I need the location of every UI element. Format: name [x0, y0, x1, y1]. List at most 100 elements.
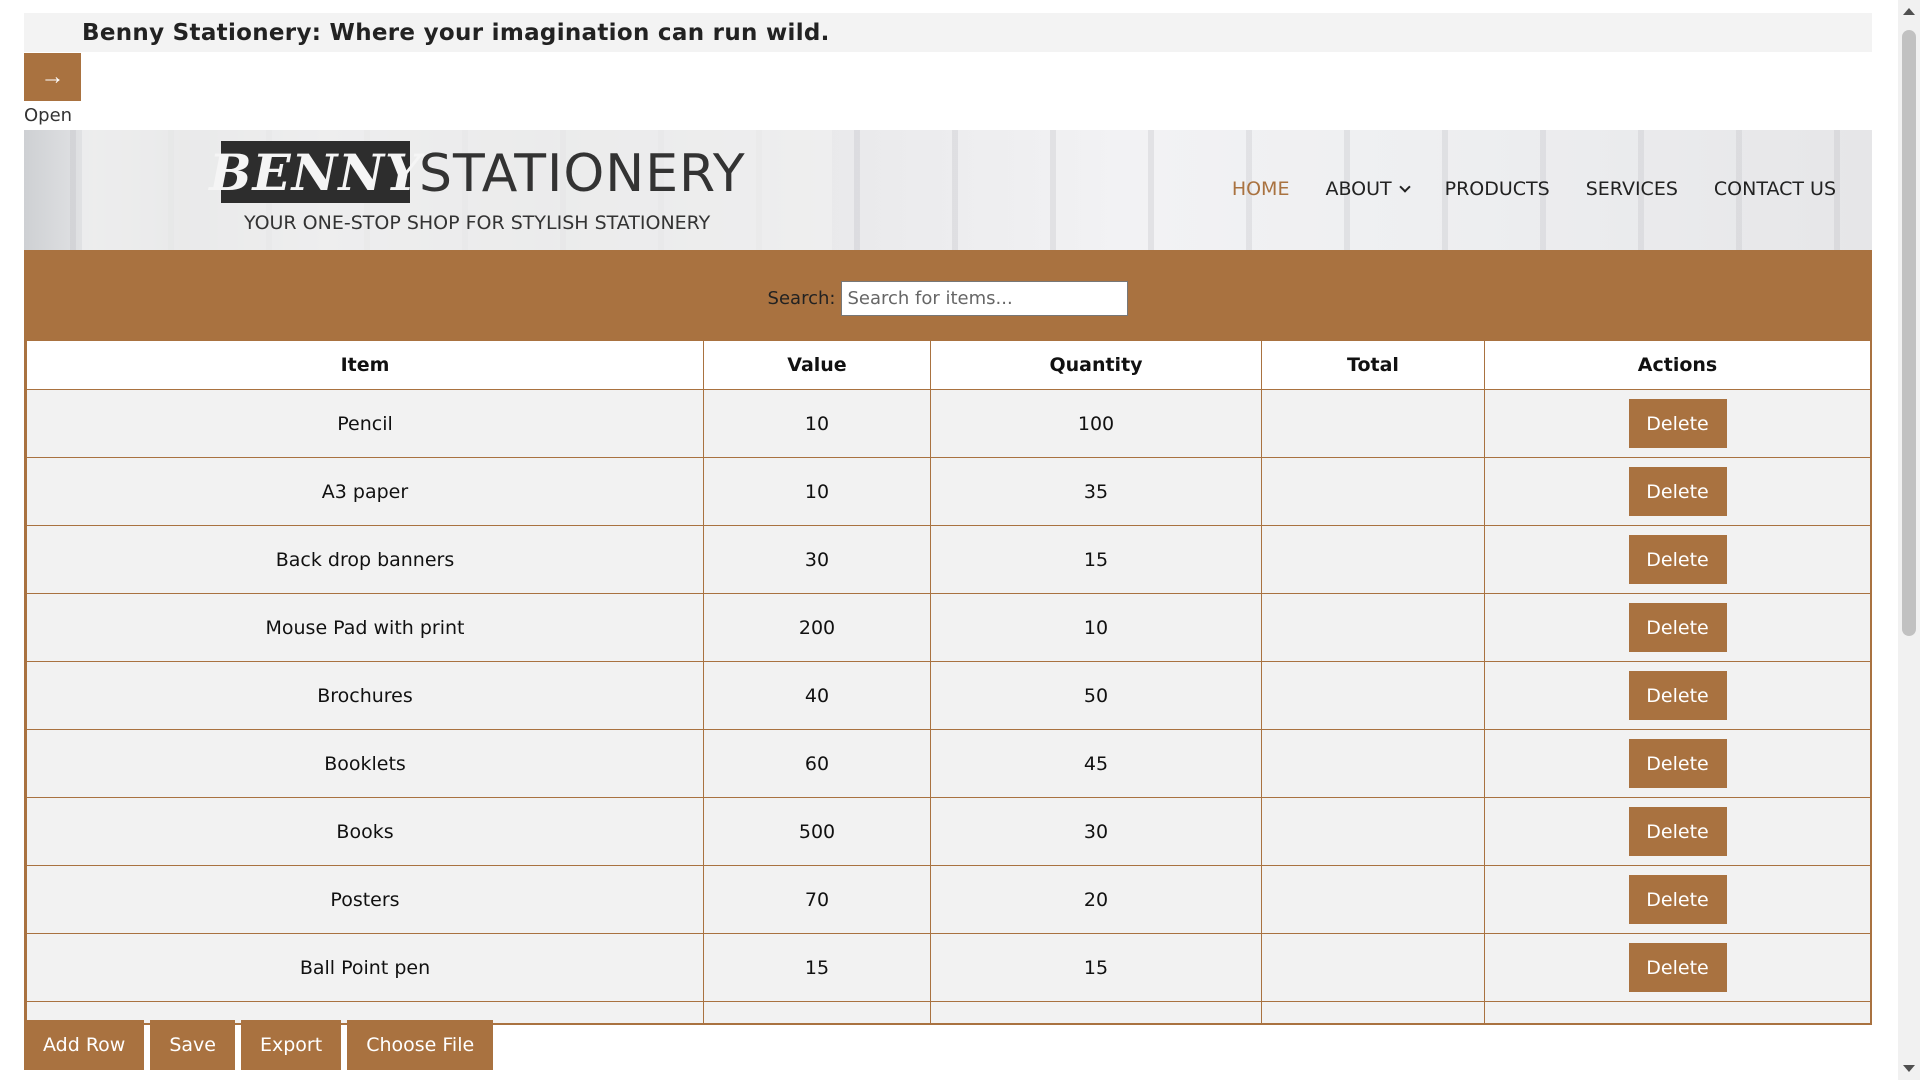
cell-value[interactable]: 10	[703, 389, 931, 458]
main-nav: HOME ABOUT PRODUCTS SERVICES CONTACT US	[1232, 178, 1836, 200]
scrollbar-thumb[interactable]	[1902, 30, 1916, 636]
cell-total	[1261, 661, 1485, 730]
cell-quantity[interactable]: 45	[930, 729, 1262, 798]
cell-quantity[interactable]: 15	[930, 933, 1262, 1002]
cell-item[interactable]: Booklets	[26, 729, 704, 798]
cell-quantity[interactable]: 10	[930, 593, 1262, 662]
cell-quantity[interactable]: 30	[930, 797, 1262, 866]
table-toolbar: Add Row Save Export Choose File	[24, 1020, 494, 1070]
cell-item[interactable]: A3 paper	[26, 457, 704, 526]
delete-button[interactable]: Delete	[1628, 875, 1727, 924]
cell-quantity[interactable]: 50	[930, 661, 1262, 730]
nav-item-label: HOME	[1231, 178, 1290, 200]
page-scrollbar[interactable]	[1898, 0, 1920, 1080]
cell-item[interactable]: Back drop banners	[26, 525, 704, 594]
nav-item-label: SERVICES	[1585, 178, 1678, 200]
delete-button[interactable]: Delete	[1628, 535, 1727, 584]
column-header-value: Value	[703, 340, 931, 390]
delete-button[interactable]: Delete	[1628, 603, 1727, 652]
cell-item[interactable]: Books	[26, 797, 704, 866]
table-row: Posters 70 20 Delete	[26, 865, 1870, 934]
table-header-row: Item Value Quantity Total Actions	[26, 340, 1870, 390]
cell-total	[1261, 933, 1485, 1002]
site-tagline: Benny Stationery: Where your imagination…	[82, 19, 830, 46]
column-header-total: Total	[1261, 340, 1485, 390]
table-row: A3 paper 10 35 Delete	[26, 457, 1870, 526]
table-row: Ball Point pen 15 15 Delete	[26, 933, 1870, 1002]
table-row: Brochures 40 50 Delete	[26, 661, 1870, 730]
column-header-actions: Actions	[1484, 340, 1870, 390]
page: Benny Stationery: Where your imagination…	[24, 13, 1872, 1070]
open-label: Open	[24, 105, 73, 126]
cell-quantity[interactable]: 15	[930, 525, 1262, 594]
add-row-button[interactable]: Add Row	[24, 1020, 145, 1070]
nav-item-label: PRODUCTS	[1444, 178, 1550, 200]
cell-actions: Delete	[1484, 593, 1870, 662]
nav-item-label: CONTACT US	[1713, 178, 1836, 200]
nav-item-contact[interactable]: CONTACT US	[1714, 178, 1836, 200]
cell-value[interactable]: 10	[703, 457, 931, 526]
choose-file-button[interactable]: Choose File	[347, 1020, 494, 1070]
cell-quantity[interactable]: 35	[930, 457, 1262, 526]
table-row: Mouse Pad with print 200 10 Delete	[26, 593, 1870, 662]
cell-value[interactable]: 70	[703, 865, 931, 934]
cell-total	[1261, 593, 1485, 662]
site-header: BENNY STATIONERY YOUR ONE-STOP SHOP FOR …	[24, 130, 1872, 250]
logo-mark[interactable]: BENNY	[209, 141, 421, 203]
logo-subtitle: YOUR ONE-STOP SHOP FOR STYLISH STATIONER…	[244, 212, 711, 234]
search-band: Search:	[24, 250, 1872, 340]
cell-value[interactable]: 15	[703, 933, 931, 1002]
cell-value[interactable]: 60	[703, 729, 931, 798]
scroll-down-arrow-icon[interactable]	[1903, 1065, 1915, 1072]
open-sidebar-button[interactable]: →	[24, 53, 81, 101]
cell-item[interactable]: Pencil	[26, 389, 704, 458]
cell-item[interactable]: Brochures	[26, 661, 704, 730]
scroll-up-arrow-icon[interactable]	[1903, 8, 1915, 15]
cell-actions: Delete	[1484, 661, 1870, 730]
cell-quantity[interactable]: 20	[930, 865, 1262, 934]
table-row: Back drop banners 30 15 Delete	[26, 525, 1870, 594]
delete-button[interactable]: Delete	[1628, 399, 1727, 448]
search-input[interactable]	[841, 280, 1129, 316]
logo-main-text: BENNY	[209, 142, 422, 202]
save-button[interactable]: Save	[150, 1020, 235, 1070]
table-row: Pencil 10 100 Delete	[26, 389, 1870, 458]
inventory-table: Item Value Quantity Total Actions Pencil…	[26, 340, 1870, 1023]
cell-value[interactable]: 500	[703, 797, 931, 866]
arrow-right-icon: →	[40, 63, 65, 90]
delete-button[interactable]: Delete	[1628, 943, 1727, 992]
cell-quantity[interactable]: 100	[930, 389, 1262, 458]
inventory-table-container[interactable]: Item Value Quantity Total Actions Pencil…	[24, 340, 1872, 1025]
nav-item-about[interactable]: ABOUT	[1325, 178, 1411, 200]
cell-value[interactable]: 200	[703, 593, 931, 662]
delete-button[interactable]: Delete	[1628, 807, 1727, 856]
logo-wordmark: STATIONERY	[419, 144, 746, 204]
cell-total	[1261, 1001, 1485, 1023]
delete-button[interactable]: Delete	[1628, 739, 1727, 788]
nav-item-services[interactable]: SERVICES	[1586, 178, 1678, 200]
cell-actions: Delete	[1484, 389, 1870, 458]
cell-actions: Delete	[1484, 525, 1870, 594]
cell-actions	[1484, 1001, 1870, 1023]
nav-item-products[interactable]: PRODUCTS	[1445, 178, 1550, 200]
chevron-down-icon	[1398, 181, 1411, 193]
cell-item[interactable]: Mouse Pad with print	[26, 593, 704, 662]
column-header-quantity: Quantity	[930, 340, 1262, 390]
cell-total	[1261, 865, 1485, 934]
delete-button[interactable]: Delete	[1628, 671, 1727, 720]
cell-value[interactable]: 30	[703, 525, 931, 594]
cell-actions: Delete	[1484, 865, 1870, 934]
nav-item-home[interactable]: HOME	[1232, 178, 1290, 200]
table-row: Booklets 60 45 Delete	[26, 729, 1870, 798]
cell-actions: Delete	[1484, 933, 1870, 1002]
cell-total	[1261, 797, 1485, 866]
delete-button[interactable]: Delete	[1628, 467, 1727, 516]
export-button[interactable]: Export	[240, 1020, 342, 1070]
cell-value	[703, 1001, 931, 1023]
cell-total	[1261, 729, 1485, 798]
cell-item[interactable]: Posters	[26, 865, 704, 934]
cell-value[interactable]: 40	[703, 661, 931, 730]
cell-item[interactable]: Ball Point pen	[26, 933, 704, 1002]
cell-total	[1261, 389, 1485, 458]
cell-quantity	[930, 1001, 1262, 1023]
